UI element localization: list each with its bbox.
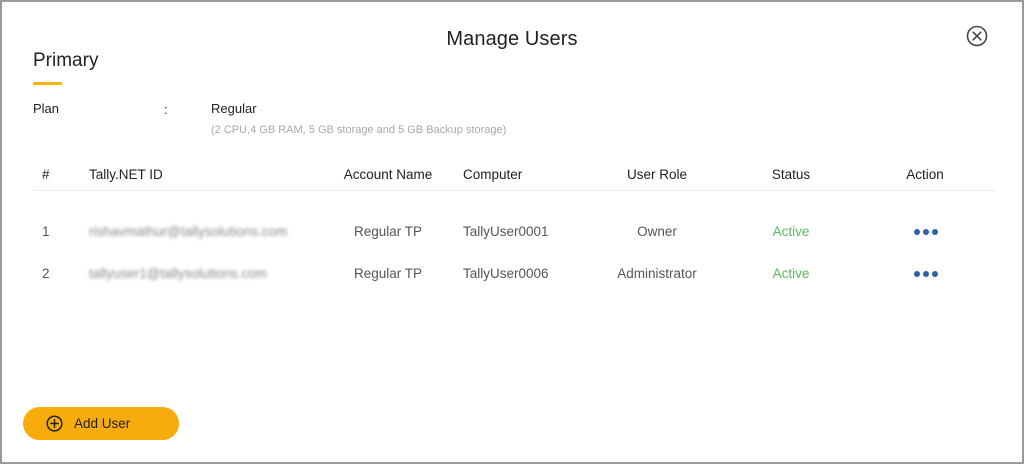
table-header: # Tally.NET ID Account Name Computer Use… xyxy=(33,166,995,191)
header-user-role: User Role xyxy=(626,167,688,182)
row-tally-id: rishavmathur@tallysolutions.com xyxy=(89,224,288,239)
table-row: 1 rishavmathur@tallysolutions.com Regula… xyxy=(33,224,995,248)
row-account-name: Regular TP xyxy=(353,224,423,239)
header-action: Action xyxy=(906,167,944,182)
dialog-title: Manage Users xyxy=(446,28,578,50)
header-computer: Computer xyxy=(463,167,523,182)
close-icon[interactable] xyxy=(966,25,988,47)
plan-separator: : xyxy=(164,102,168,117)
more-horizontal-icon[interactable] xyxy=(914,224,938,240)
row-user-role: Administrator xyxy=(617,266,697,281)
plan-label: Plan xyxy=(33,101,60,116)
table-row: 2 tallyuser1@tallysolutions.com Regular … xyxy=(33,266,995,290)
row-index: 1 xyxy=(42,224,50,239)
row-status: Active xyxy=(772,266,810,281)
row-tally-id: tallyuser1@tallysolutions.com xyxy=(89,266,268,281)
plus-circle-icon xyxy=(46,415,63,432)
row-status: Active xyxy=(772,224,810,239)
header-status: Status xyxy=(771,167,811,182)
header-account-name: Account Name xyxy=(343,167,433,182)
plan-description: (2 CPU,4 GB RAM, 5 GB storage and 5 GB B… xyxy=(211,124,507,136)
header-tally-id: Tally.NET ID xyxy=(89,167,163,182)
plan-value: Regular xyxy=(211,101,257,116)
row-user-role: Owner xyxy=(637,224,677,239)
manage-users-dialog: Manage Users Primary Plan : Regular (2 C… xyxy=(0,0,1024,464)
row-computer: TallyUser0006 xyxy=(463,266,549,281)
more-horizontal-icon[interactable] xyxy=(914,266,938,282)
section-title: Primary xyxy=(33,50,99,71)
row-account-name: Regular TP xyxy=(353,266,423,281)
add-user-button[interactable]: Add User xyxy=(23,407,179,440)
add-user-label: Add User xyxy=(74,416,131,431)
header-index: # xyxy=(42,167,50,182)
section-underline xyxy=(33,82,62,85)
row-index: 2 xyxy=(42,266,50,281)
row-computer: TallyUser0001 xyxy=(463,224,549,239)
